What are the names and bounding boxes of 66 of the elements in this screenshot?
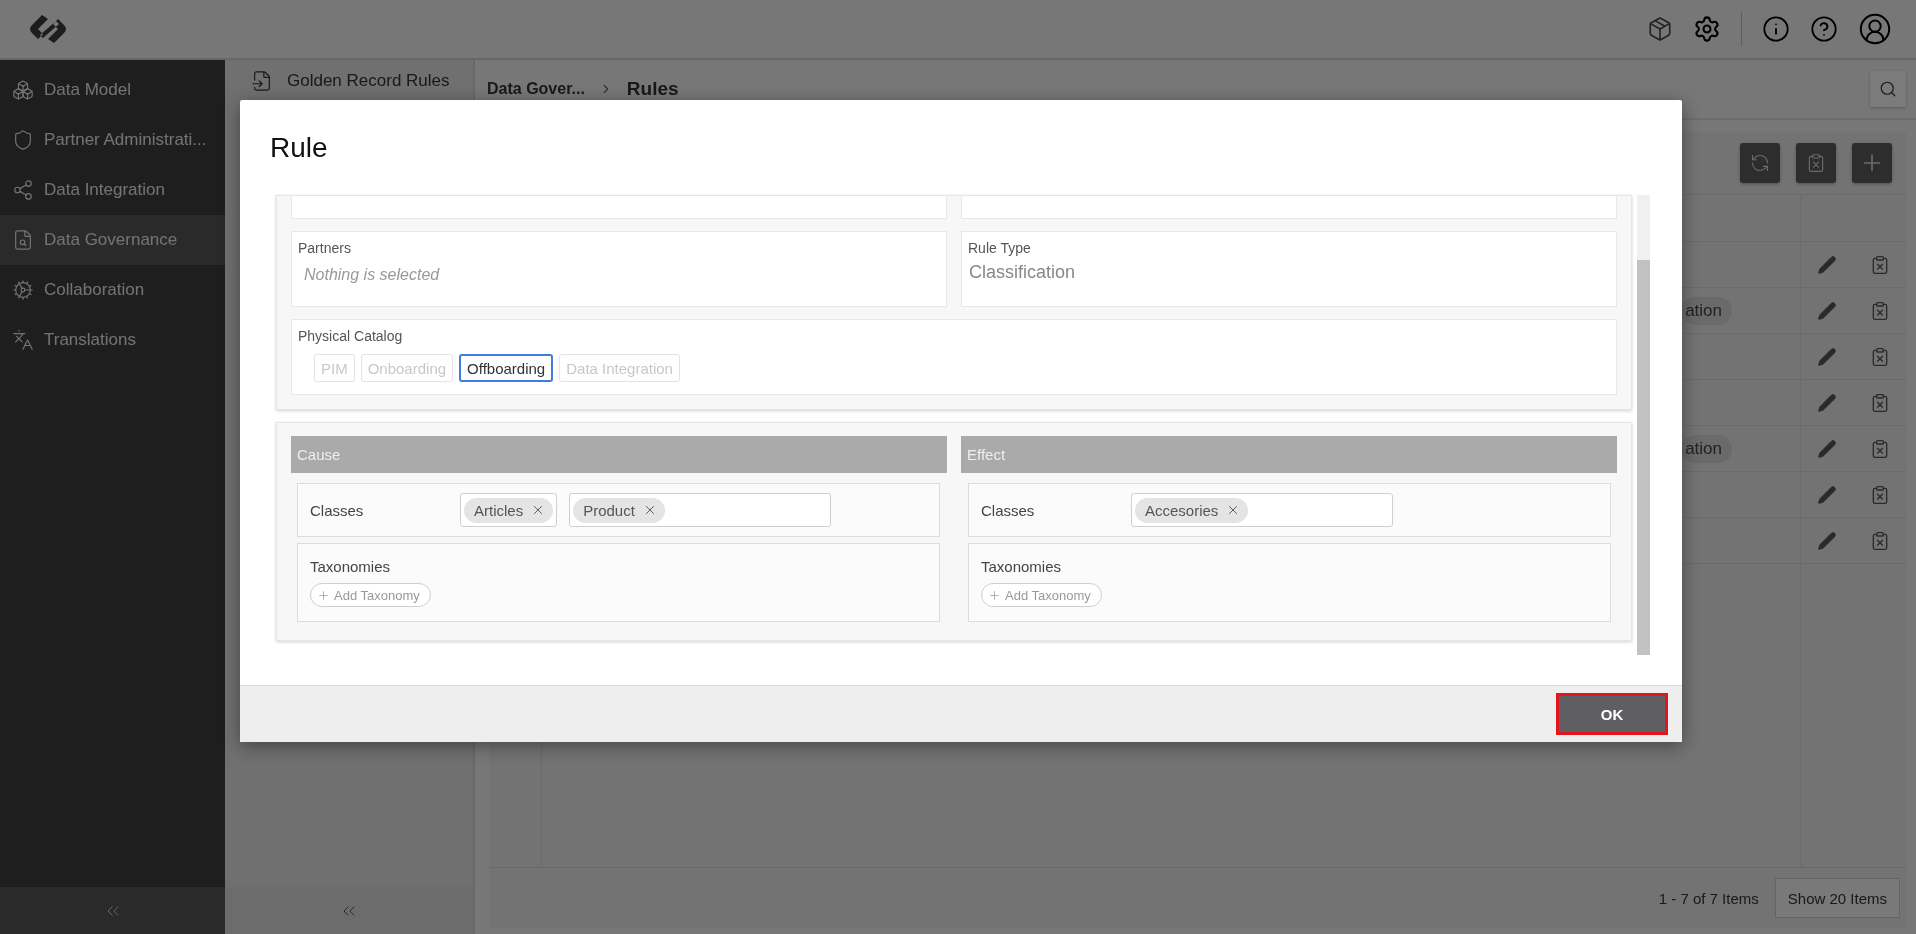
delete-button[interactable] [1796, 143, 1836, 183]
row-label: Taxonomies [310, 558, 392, 575]
plus-icon [317, 588, 330, 602]
help-icon[interactable] [1810, 15, 1838, 43]
add-button[interactable] [1852, 143, 1892, 183]
plus-icon [988, 588, 1001, 602]
package-icon[interactable] [1647, 16, 1673, 42]
nodes-icon [12, 179, 34, 201]
search-button[interactable] [1870, 71, 1906, 107]
sidebar-item[interactable]: Data Integration [0, 165, 225, 215]
field-label: Rule Type [968, 240, 1032, 256]
search-icon [1879, 80, 1897, 98]
chip-label: Articles [474, 501, 524, 519]
sidebar-item[interactable]: Data Model [0, 65, 225, 115]
row-label: Classes [981, 501, 1036, 519]
shield-icon [12, 129, 34, 151]
sidebar-item[interactable]: Collaboration [0, 265, 225, 315]
subnav-item[interactable]: Golden Record Rules [225, 60, 473, 92]
chip-label: Product [583, 501, 635, 519]
partners-select[interactable]: Nothing is selected [298, 262, 570, 288]
edit-icon[interactable] [1817, 484, 1838, 505]
document-icon [12, 229, 34, 251]
breadcrumb-link[interactable]: Data Gover... [487, 80, 585, 98]
add-taxonomy-button[interactable]: Add Taxonomy [310, 583, 431, 607]
field-value: Classification [968, 262, 1077, 283]
info-icon[interactable] [1762, 15, 1790, 43]
tag-field[interactable]: Articles [460, 493, 558, 527]
pager-summary: 1 - 7 of 7 Items [1658, 889, 1759, 907]
add-taxonomy-button[interactable]: Add Taxonomy [981, 583, 1102, 607]
breadcrumb-current: Rules [626, 78, 679, 100]
edit-icon[interactable] [1817, 254, 1838, 275]
ok-button[interactable]: OK [1556, 693, 1668, 735]
logo-icon [28, 13, 68, 45]
cubes-icon [12, 79, 34, 101]
chip-label: Accesories [1145, 501, 1219, 519]
tag: ation [1681, 434, 1732, 463]
field-label: Physical Catalog [298, 328, 404, 344]
refresh-icon [1750, 153, 1770, 173]
section-header: Effect [961, 436, 1617, 473]
avatar-icon[interactable] [1858, 12, 1892, 46]
sidebar-item[interactable]: Data Governance [0, 215, 225, 265]
edit-icon[interactable] [1817, 300, 1838, 321]
edit-icon[interactable] [1817, 530, 1838, 551]
settings-icon[interactable] [1693, 15, 1721, 43]
tag-field[interactable]: Product [569, 493, 832, 527]
tag-field[interactable]: Accesories [1131, 493, 1393, 527]
sidebar-item[interactable]: Translations [0, 315, 225, 365]
field-label: Partners [298, 240, 352, 256]
gear-icon [12, 279, 34, 301]
edit-icon[interactable] [1817, 392, 1838, 413]
edit-icon[interactable] [1817, 346, 1838, 367]
file-icon [251, 70, 273, 92]
catalog-option[interactable]: Offboarding [459, 354, 554, 382]
section-header: Cause [291, 436, 947, 473]
page-size-button[interactable]: Show 20 Items [1774, 878, 1900, 918]
scrollbar[interactable] [1637, 195, 1650, 655]
language-icon [12, 329, 34, 351]
tag: ation [1681, 296, 1732, 325]
rule-type-field[interactable]: Rule Type Classification [961, 231, 1617, 307]
refresh-button[interactable] [1740, 143, 1780, 183]
sidebar-item[interactable]: Partner Administrati... [0, 115, 225, 165]
row-label: Classes [310, 501, 365, 519]
modal-title: Rule [269, 130, 329, 165]
delete-icon [1806, 153, 1826, 173]
edit-icon[interactable] [1817, 438, 1838, 459]
row-label: Taxonomies [981, 558, 1063, 575]
